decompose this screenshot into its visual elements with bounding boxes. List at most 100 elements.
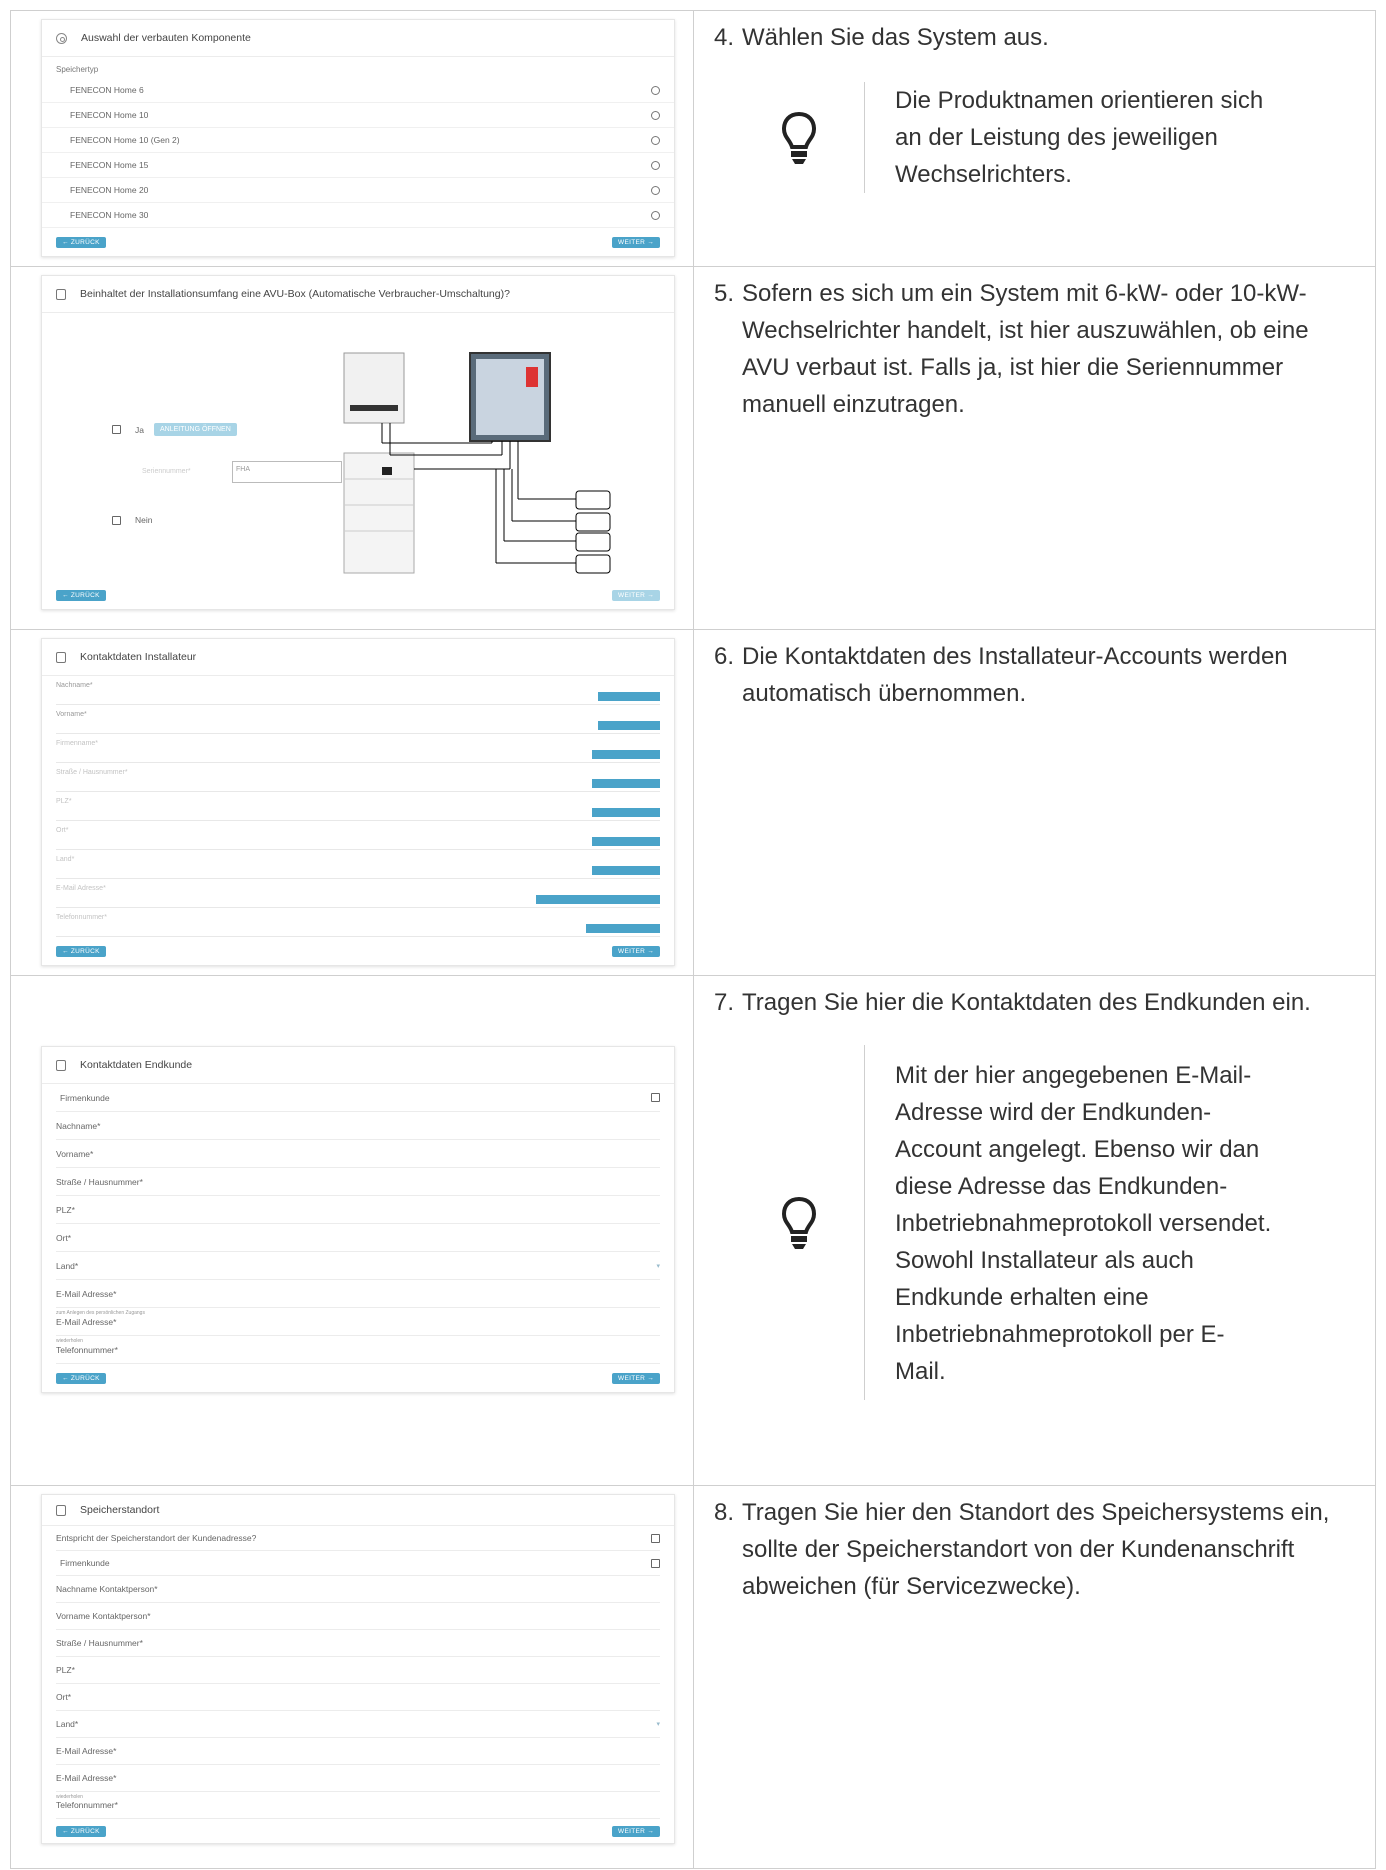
panel-header: Speicherstandort (42, 1495, 674, 1526)
form-field[interactable]: E-Mail Adresse* (56, 1738, 660, 1765)
country-select[interactable]: Land* ▾ (56, 1252, 660, 1280)
form-field[interactable]: Straße / Hausnummer* (56, 1630, 660, 1657)
field-value-redacted (592, 866, 660, 875)
country-select[interactable]: Land* ▾ (56, 1711, 660, 1738)
checkbox[interactable] (112, 515, 121, 525)
form-field[interactable]: Ort* (56, 1684, 660, 1711)
step-description: Tragen Sie hier den Standort des Speiche… (742, 1499, 1330, 1600)
hint-box: Mit der hier angegebenen E-Mail-Adresse … (734, 1045, 1375, 1400)
serial-label: Seriennummer* (142, 468, 191, 475)
company-checkbox-row[interactable]: Firmenkunde (56, 1084, 660, 1112)
next-button[interactable]: WEITER → (612, 1825, 660, 1837)
form-field[interactable]: E-Mail Adresse* zum Anlegen des persönlic… (56, 1280, 660, 1316)
step-row-5: Beinhaltet der Installationsumfang eine … (10, 266, 1376, 630)
checkbox-label: Entspricht der Speicherstandort der Kund… (56, 1533, 257, 1543)
open-manual-button[interactable]: ANLEITUNG ÖFFNEN (153, 423, 237, 436)
panel-footer: ← ZURÜCK WEITER → (42, 228, 674, 256)
radio-button[interactable] (651, 160, 660, 170)
installer-contact-panel: Kontaktdaten Installateur Nachname* Vorn… (41, 638, 675, 966)
step-text: 8. Tragen Sie hier den Standort des Speic… (714, 1494, 1361, 1605)
option-row[interactable]: FENECON Home 15 (42, 153, 674, 178)
next-button[interactable]: WEITER → (612, 945, 660, 957)
radio-button[interactable] (651, 185, 660, 195)
panel-title: Kontaktdaten Installateur (80, 651, 197, 663)
option-no[interactable]: Nein (112, 515, 152, 525)
radio-button[interactable] (651, 210, 660, 220)
next-button[interactable]: WEITER → (612, 236, 660, 248)
form-field[interactable]: E-Mail Adresse* wiederholen (56, 1765, 660, 1800)
field-label: Nachname* (56, 1120, 101, 1131)
avu-wiring-diagram (343, 352, 611, 574)
form-field[interactable]: Nachname Kontaktperson* (56, 1576, 660, 1603)
field-label: E-Mail Adresse* (56, 1773, 117, 1783)
step-description: Tragen Sie hier die Kontaktdaten des End… (742, 989, 1311, 1016)
checkbox[interactable] (112, 425, 121, 434)
field-value-redacted (586, 924, 660, 933)
next-button[interactable]: WEITER → (612, 589, 660, 601)
field-label: Ort* (56, 827, 69, 834)
form-field[interactable]: Vorname* (56, 1140, 660, 1168)
radio-button[interactable] (651, 110, 660, 120)
back-button[interactable]: ← ZURÜCK (56, 1825, 106, 1837)
option-label: Ja (135, 424, 144, 435)
clipboard-icon (56, 288, 66, 300)
same-address-row[interactable]: Entspricht der Speicherstandort der Kund… (56, 1526, 660, 1551)
description-cell: 4. Wählen Sie das System aus. Die Produkt… (693, 10, 1376, 267)
checkbox[interactable] (651, 1533, 660, 1543)
screenshot-cell: Kontaktdaten Endkunde Firmenkunde Nachna… (10, 975, 694, 1486)
form-field[interactable]: E-Mail Adresse* (56, 879, 660, 908)
option-yes[interactable]: Ja ANLEITUNG ÖFFNEN (112, 423, 237, 436)
lightbulb-icon (781, 1196, 817, 1249)
form-field[interactable]: Telefonnummer* (56, 1792, 660, 1819)
option-label: FENECON Home 10 (70, 110, 149, 120)
radio-button[interactable] (651, 85, 660, 95)
checkbox[interactable] (651, 1093, 660, 1102)
form-field[interactable]: Nachname* (56, 676, 660, 705)
option-row[interactable]: FENECON Home 10 (Gen 2) (42, 128, 674, 153)
form-field[interactable]: Nachname* (56, 1112, 660, 1140)
checkbox-label: Firmenkunde (60, 1558, 110, 1568)
description-cell: 5. Sofern es sich um ein System mit 6-kW-… (693, 266, 1376, 630)
step-number: 6. (714, 643, 735, 670)
serial-input[interactable]: FHA (232, 461, 342, 483)
form-field[interactable]: Vorname* (56, 705, 660, 734)
form-field[interactable]: Telefonnummer* (56, 1336, 660, 1364)
option-row[interactable]: FENECON Home 10 (42, 103, 674, 128)
clipboard-icon (56, 651, 66, 663)
form-field[interactable]: PLZ* (56, 792, 660, 821)
panel-footer: ← ZURÜCK WEITER → (42, 937, 674, 965)
step-row-7: Kontaktdaten Endkunde Firmenkunde Nachna… (10, 975, 1376, 1486)
option-row[interactable]: FENECON Home 20 (42, 178, 674, 203)
radio-button[interactable] (651, 135, 660, 145)
option-label: FENECON Home 6 (70, 85, 144, 95)
next-button[interactable]: WEITER → (612, 1372, 660, 1384)
back-button[interactable]: ← ZURÜCK (56, 1372, 106, 1384)
form-field[interactable]: Telefonnummer* (56, 908, 660, 937)
form-field[interactable]: Firmenname* (56, 734, 660, 763)
field-label: Telefonnummer* (56, 1344, 118, 1355)
option-row[interactable]: FENECON Home 6 (42, 78, 674, 103)
panel-footer: ← ZURÜCK WEITER → (42, 1364, 674, 1392)
form-field[interactable]: PLZ* (56, 1657, 660, 1684)
checkbox[interactable] (651, 1558, 660, 1568)
form-field[interactable]: Ort* (56, 821, 660, 850)
form-field[interactable]: Vorname Kontaktperson* (56, 1603, 660, 1630)
form-field[interactable]: Straße / Hausnummer* (56, 763, 660, 792)
form-field[interactable]: Ort* (56, 1224, 660, 1252)
option-row[interactable]: FENECON Home 30 (42, 203, 674, 228)
step-row-6: Kontaktdaten Installateur Nachname* Vorn… (10, 629, 1376, 976)
back-button[interactable]: ← ZURÜCK (56, 945, 106, 957)
form-field[interactable]: Straße / Hausnummer* (56, 1168, 660, 1196)
form-field[interactable]: PLZ* (56, 1196, 660, 1224)
hint-text: Die Produktnamen orientieren sich an der… (864, 82, 1275, 193)
field-label: E-Mail Adresse* (56, 1316, 117, 1327)
form-field[interactable]: E-Mail Adresse* wiederholen (56, 1308, 660, 1344)
form-field[interactable]: Land* (56, 850, 660, 879)
back-button[interactable]: ← ZURÜCK (56, 236, 106, 248)
screenshot-cell: Kontaktdaten Installateur Nachname* Vorn… (10, 629, 694, 976)
company-checkbox-row[interactable]: Firmenkunde (56, 1551, 660, 1576)
back-button[interactable]: ← ZURÜCK (56, 589, 106, 601)
field-label: E-Mail Adresse* (56, 1746, 117, 1756)
field-label: PLZ* (56, 1204, 75, 1215)
panel-header: Kontaktdaten Endkunde (42, 1047, 674, 1084)
